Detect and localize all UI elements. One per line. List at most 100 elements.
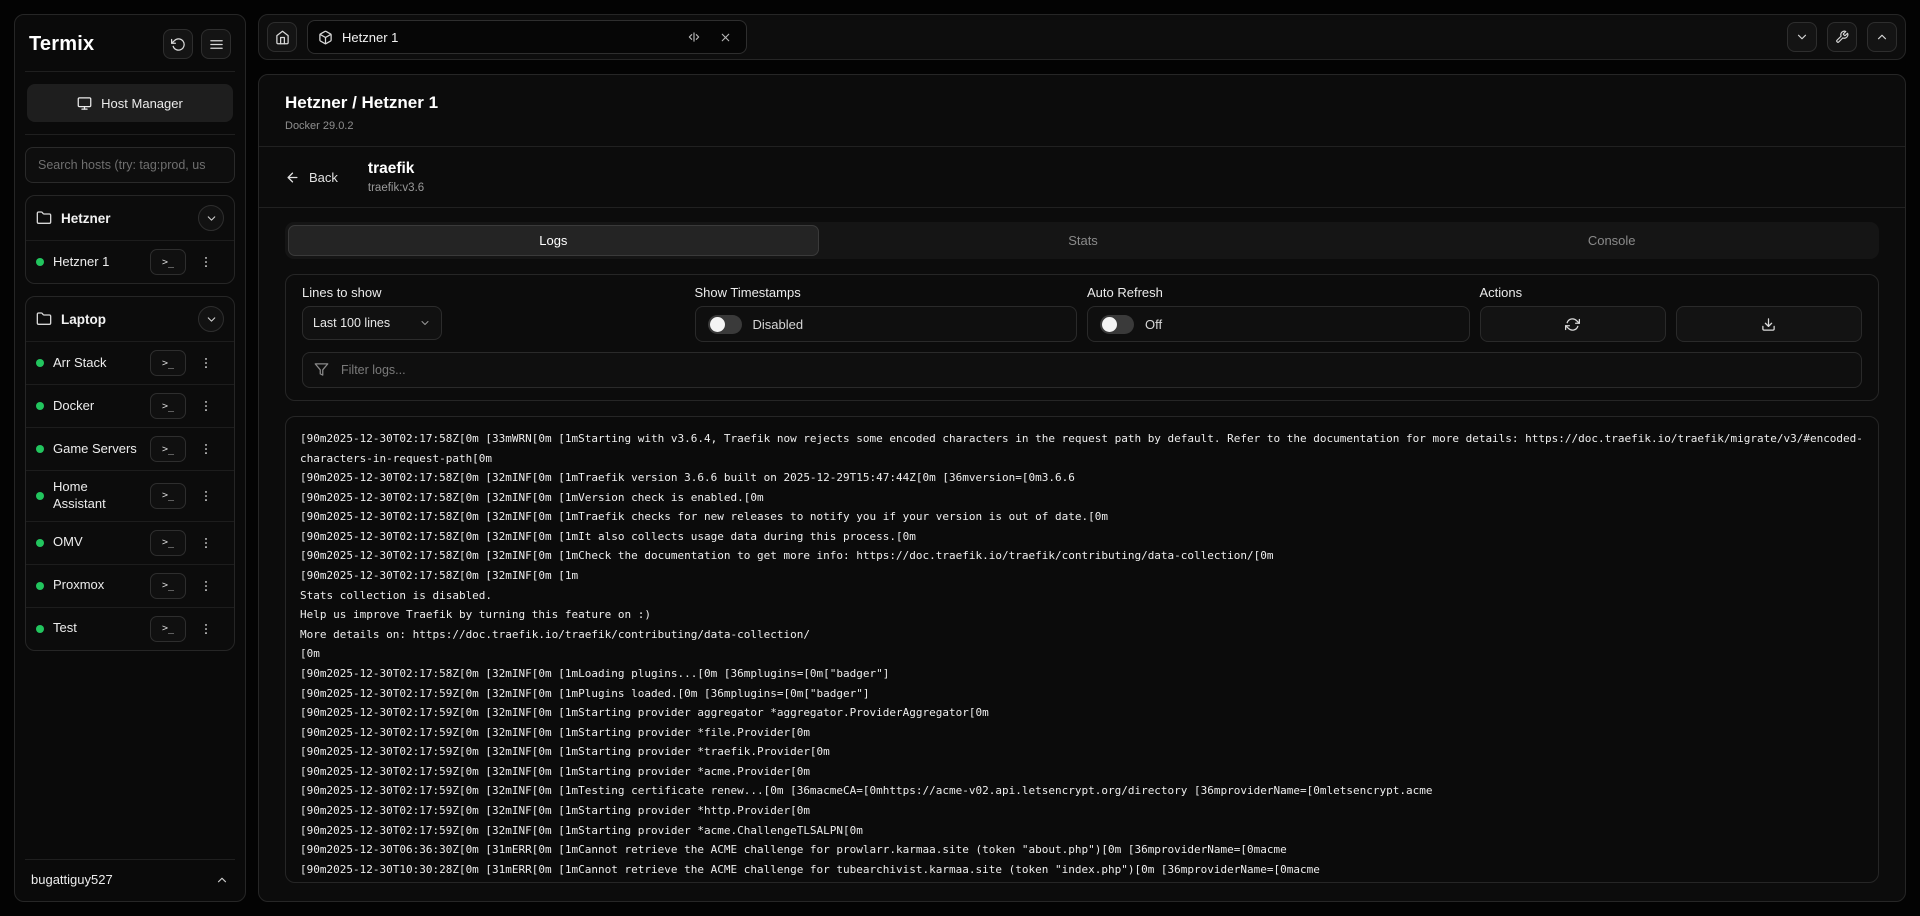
open-terminal-button[interactable]: >_ — [150, 436, 186, 462]
log-line: [90m2025-12-30T02:17:58Z[0m [33mWRN[0m [… — [300, 429, 1864, 468]
download-logs-button[interactable] — [1676, 306, 1862, 342]
lines-select[interactable]: Last 100 lines — [302, 306, 442, 340]
log-line: [90m2025-12-30T02:17:58Z[0m [32mINF[0m [… — [300, 507, 1864, 527]
open-terminal-button[interactable]: >_ — [150, 249, 186, 275]
host-menu-button[interactable] — [195, 350, 217, 376]
log-line: [90m2025-12-30T06:36:30Z[0m [31mERR[0m [… — [300, 840, 1864, 860]
timestamps-toggle-box: Disabled — [695, 306, 1078, 342]
split-view-button[interactable] — [683, 26, 705, 48]
host-label: Home Assistant — [53, 479, 141, 513]
chevron-down-icon — [205, 313, 218, 326]
page-subtitle: Docker 29.0.2 — [285, 120, 1879, 132]
group-header-hetzner[interactable]: Hetzner — [26, 196, 234, 240]
tab-console[interactable]: Console — [1347, 225, 1876, 256]
container-name: traefik — [368, 160, 424, 178]
sidebar-menu-button[interactable] — [201, 29, 231, 59]
tab-stats[interactable]: Stats — [819, 225, 1348, 256]
actions-label: Actions — [1480, 285, 1863, 300]
panel-expand-button[interactable] — [1867, 22, 1897, 52]
folder-icon — [36, 311, 52, 327]
main-area: Hetzner 1 Hetzner / Hetzner 1 Docker 29.… — [258, 14, 1906, 902]
sidebar: Termix Host Manager Hetzner Hetzner 1 >_ — [14, 14, 246, 902]
tab-bar: Hetzner 1 — [258, 14, 1906, 60]
username: bugattiguy527 — [31, 872, 113, 887]
chevron-up-icon — [1875, 30, 1889, 44]
kebab-menu-icon — [199, 399, 213, 413]
kebab-menu-icon — [199, 622, 213, 636]
host-menu-button[interactable] — [195, 249, 217, 275]
panel-collapse-button[interactable] — [1787, 22, 1817, 52]
filter-logs-input[interactable] — [302, 352, 1862, 388]
log-controls: Lines to show Show Timestamps Auto Refre… — [285, 274, 1879, 401]
auto-refresh-toggle-box: Off — [1087, 306, 1470, 342]
lines-select-value: Last 100 lines — [313, 316, 390, 330]
host-menu-button[interactable] — [195, 616, 217, 642]
back-button[interactable]: Back — [285, 170, 338, 185]
page-header: Hetzner / Hetzner 1 Docker 29.0.2 — [259, 75, 1905, 147]
chevron-down-icon — [1795, 30, 1809, 44]
host-manager-button[interactable]: Host Manager — [27, 84, 233, 122]
host-manager-section: Host Manager — [25, 72, 235, 135]
host-menu-button[interactable] — [195, 530, 217, 556]
view-tabs: Logs Stats Console — [285, 222, 1879, 259]
close-tab-button[interactable] — [714, 26, 736, 48]
app-title: Termix — [29, 33, 155, 56]
open-terminal-button[interactable]: >_ — [150, 350, 186, 376]
log-line: [0m — [300, 644, 1864, 664]
host-row[interactable]: Docker >_ — [26, 384, 234, 427]
home-button[interactable] — [267, 22, 297, 52]
log-line: [90m2025-12-30T02:17:58Z[0m [32mINF[0m [… — [300, 566, 1864, 586]
log-line: [90m2025-12-30T02:17:59Z[0m [32mINF[0m [… — [300, 762, 1864, 782]
log-line: [90m2025-12-30T02:17:59Z[0m [32mINF[0m [… — [300, 801, 1864, 821]
reload-icon — [171, 37, 186, 52]
timestamps-toggle[interactable] — [708, 315, 742, 334]
kebab-menu-icon — [199, 356, 213, 370]
host-row[interactable]: Hetzner 1 >_ — [26, 240, 234, 283]
host-manager-label: Host Manager — [101, 96, 183, 111]
host-label: OMV — [53, 534, 141, 551]
group-header-laptop[interactable]: Laptop — [26, 297, 234, 341]
hamburger-icon — [209, 37, 224, 52]
open-terminal-button[interactable]: >_ — [150, 393, 186, 419]
host-menu-button[interactable] — [195, 436, 217, 462]
host-row[interactable]: Arr Stack >_ — [26, 341, 234, 384]
host-search-input[interactable] — [25, 147, 235, 183]
refresh-logs-button[interactable] — [1480, 306, 1666, 342]
open-terminal-button[interactable]: >_ — [150, 616, 186, 642]
host-menu-button[interactable] — [195, 393, 217, 419]
host-row[interactable]: Home Assistant >_ — [26, 470, 234, 521]
status-dot — [36, 359, 44, 367]
wrench-icon — [1835, 30, 1849, 44]
host-label: Test — [53, 620, 141, 637]
group-label: Hetzner — [61, 211, 189, 226]
toggle-knob — [1102, 317, 1117, 332]
log-line: [90m2025-12-30T02:17:59Z[0m [32mINF[0m [… — [300, 684, 1864, 704]
user-menu[interactable]: bugattiguy527 — [25, 859, 235, 889]
host-row[interactable]: OMV >_ — [26, 521, 234, 564]
tools-button[interactable] — [1827, 22, 1857, 52]
collapse-group-button[interactable] — [198, 205, 224, 231]
host-row[interactable]: Proxmox >_ — [26, 564, 234, 607]
status-dot — [36, 625, 44, 633]
chevron-down-icon — [419, 317, 431, 329]
log-line: [90m2025-12-30T02:17:59Z[0m [32mINF[0m [… — [300, 703, 1864, 723]
host-menu-button[interactable] — [195, 573, 217, 599]
status-dot — [36, 582, 44, 590]
open-terminal-button[interactable]: >_ — [150, 483, 186, 509]
open-terminal-button[interactable]: >_ — [150, 530, 186, 556]
open-terminal-button[interactable]: >_ — [150, 573, 186, 599]
log-line: [90m2025-12-30T02:17:58Z[0m [32mINF[0m [… — [300, 664, 1864, 684]
log-output[interactable]: [90m2025-12-30T02:17:58Z[0m [33mWRN[0m [… — [285, 416, 1879, 883]
close-icon — [719, 31, 732, 44]
auto-refresh-toggle[interactable] — [1100, 315, 1134, 334]
host-row[interactable]: Test >_ — [26, 607, 234, 650]
tab-hetzner-1[interactable]: Hetzner 1 — [307, 20, 747, 54]
container-identity: traefik traefik:v3.6 — [368, 160, 424, 194]
tab-logs[interactable]: Logs — [288, 225, 819, 256]
reload-button[interactable] — [163, 29, 193, 59]
status-dot — [36, 258, 44, 266]
host-row[interactable]: Game Servers >_ — [26, 427, 234, 470]
host-menu-button[interactable] — [195, 483, 217, 509]
status-dot — [36, 402, 44, 410]
collapse-group-button[interactable] — [198, 306, 224, 332]
